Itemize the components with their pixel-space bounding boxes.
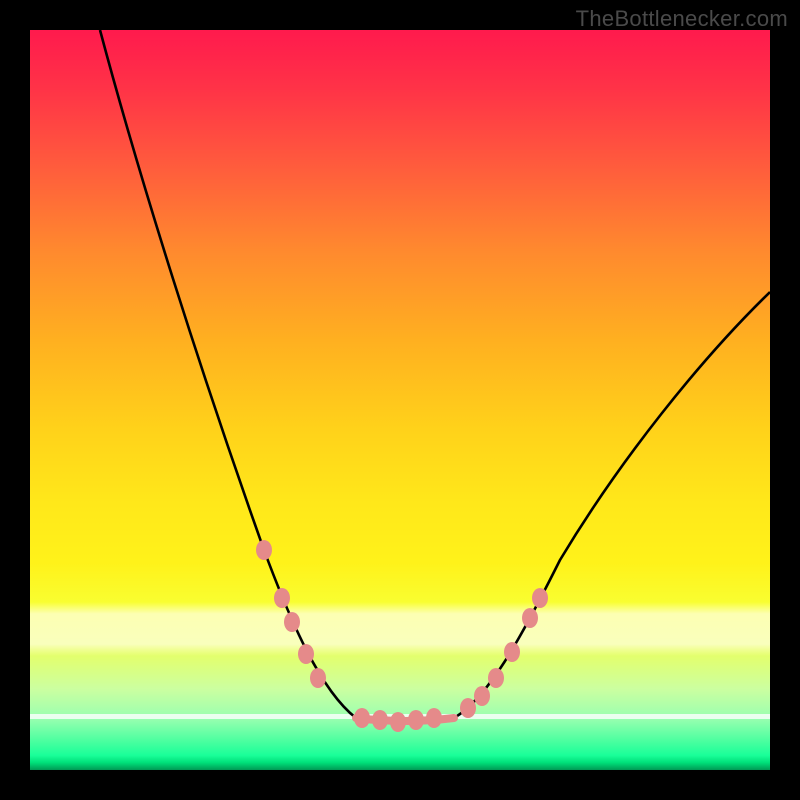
data-dot <box>532 588 548 608</box>
data-dot <box>372 710 388 730</box>
plot-area <box>30 30 770 770</box>
data-dot <box>474 686 490 706</box>
outer-frame: TheBottlenecker.com <box>0 0 800 800</box>
data-dot <box>298 644 314 664</box>
data-dot <box>390 712 406 732</box>
data-dot <box>284 612 300 632</box>
data-dot <box>426 708 442 728</box>
data-dot <box>460 698 476 718</box>
watermark-text: TheBottlenecker.com <box>576 6 788 32</box>
left-branch-curve <box>100 30 356 718</box>
data-dot <box>522 608 538 628</box>
right-branch-curve <box>454 292 770 718</box>
data-dot <box>488 668 504 688</box>
data-dot <box>274 588 290 608</box>
data-dot <box>256 540 272 560</box>
data-dot <box>354 708 370 728</box>
chart-svg <box>30 30 770 770</box>
data-dot <box>310 668 326 688</box>
data-dot <box>504 642 520 662</box>
data-dot <box>408 710 424 730</box>
